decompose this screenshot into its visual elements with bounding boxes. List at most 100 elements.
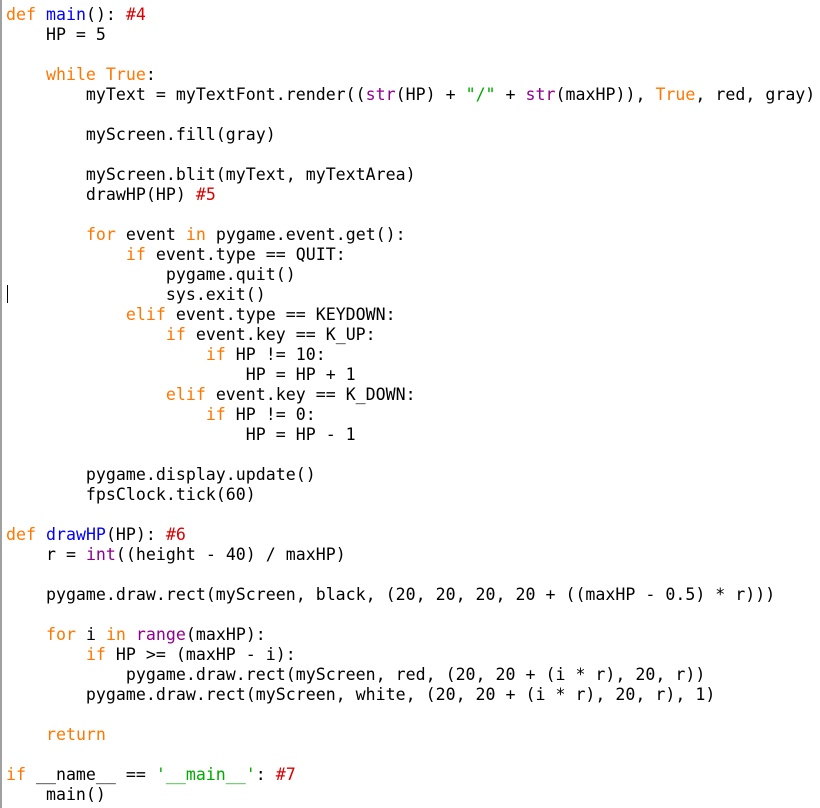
- code-token: (maxHP):: [185, 625, 266, 644]
- keyword-token: elif: [165, 385, 206, 404]
- keyword-token: in: [185, 225, 206, 244]
- code-token: :: [255, 765, 276, 784]
- keyword-token: if: [165, 325, 186, 344]
- keyword-token: return: [45, 725, 106, 744]
- code-token: __name__ ==: [25, 765, 156, 784]
- code-line[interactable]: [6, 505, 815, 525]
- code-line[interactable]: for i in range(maxHP):: [6, 625, 815, 645]
- code-line[interactable]: while True:: [6, 65, 815, 85]
- comment-token: #7: [275, 765, 296, 784]
- code-text-area[interactable]: def main(): #4 HP = 5 while True: myText…: [6, 5, 815, 805]
- definition-name: drawHP: [45, 525, 106, 544]
- code-line[interactable]: drawHP(HP) #5: [6, 185, 815, 205]
- code-line[interactable]: if HP != 10:: [6, 345, 815, 365]
- code-token: drawHP(HP): [6, 185, 196, 204]
- code-token: event.type == KEYDOWN:: [165, 305, 396, 324]
- code-token: HP = HP - 1: [6, 425, 356, 444]
- code-token: fpsClock.tick(60): [6, 485, 256, 504]
- code-token: HP = HP + 1: [6, 365, 356, 384]
- code-token: event.key == K_DOWN:: [205, 385, 416, 404]
- code-line[interactable]: if __name__ == '__main__': #7: [6, 765, 815, 785]
- code-token: (HP) +: [395, 85, 466, 104]
- code-line[interactable]: [6, 105, 815, 125]
- code-token: pygame.event.get():: [205, 225, 406, 244]
- code-line[interactable]: [6, 445, 815, 465]
- code-line[interactable]: [6, 565, 815, 585]
- code-token: main(): [6, 785, 106, 804]
- code-line[interactable]: if HP != 0:: [6, 405, 815, 425]
- keyword-token: if: [85, 645, 106, 664]
- code-line[interactable]: HP = HP + 1: [6, 365, 815, 385]
- code-line[interactable]: HP = 5: [6, 25, 815, 45]
- builtin-token: str: [525, 85, 556, 104]
- code-line[interactable]: pygame.draw.rect(myScreen, white, (20, 2…: [6, 685, 815, 705]
- code-token: sys.exit(): [6, 285, 266, 304]
- code-token: ((height - 40) / maxHP): [115, 545, 346, 564]
- code-line[interactable]: [6, 705, 815, 725]
- keyword-token: for: [85, 225, 116, 244]
- code-editor[interactable]: def main(): #4 HP = 5 while True: myText…: [0, 0, 820, 808]
- code-line[interactable]: [6, 745, 815, 765]
- keyword-token: True: [105, 65, 146, 84]
- code-line[interactable]: fpsClock.tick(60): [6, 485, 815, 505]
- code-line[interactable]: HP = HP - 1: [6, 425, 815, 445]
- comment-token: #5: [195, 185, 216, 204]
- code-line[interactable]: [6, 205, 815, 225]
- code-line[interactable]: myScreen.fill(gray): [6, 125, 815, 145]
- code-line[interactable]: def drawHP(HP): #6: [6, 525, 815, 545]
- code-token: +: [495, 85, 526, 104]
- code-token: HP != 10:: [225, 345, 326, 364]
- code-line[interactable]: def main(): #4: [6, 5, 815, 25]
- code-line[interactable]: myText = myTextFont.render((str(HP) + "/…: [6, 85, 815, 105]
- code-token: pygame.draw.rect(myScreen, red, (20, 20 …: [6, 665, 706, 684]
- code-token: r =: [6, 545, 86, 564]
- code-line[interactable]: myScreen.blit(myText, myTextArea): [6, 165, 815, 185]
- code-line[interactable]: [6, 145, 815, 165]
- code-line[interactable]: main(): [6, 785, 815, 805]
- code-line[interactable]: sys.exit(): [6, 285, 815, 305]
- code-line[interactable]: [6, 45, 815, 65]
- keyword-token: if: [125, 245, 146, 264]
- keyword-token: True: [655, 85, 696, 104]
- code-line[interactable]: pygame.draw.rect(myScreen, red, (20, 20 …: [6, 665, 815, 685]
- code-line[interactable]: if event.key == K_UP:: [6, 325, 815, 345]
- keyword-token: if: [205, 345, 226, 364]
- code-line[interactable]: elif event.type == KEYDOWN:: [6, 305, 815, 325]
- code-line[interactable]: elif event.key == K_DOWN:: [6, 385, 815, 405]
- code-token: pygame.draw.rect(myScreen, white, (20, 2…: [6, 685, 716, 704]
- code-token: :: [145, 65, 156, 84]
- keyword-token: def: [6, 5, 36, 24]
- code-line[interactable]: if HP >= (maxHP - i):: [6, 645, 815, 665]
- code-token: (maxHP)),: [555, 85, 656, 104]
- keyword-token: if: [205, 405, 226, 424]
- keyword-token: if: [6, 765, 26, 784]
- code-line[interactable]: for event in pygame.event.get():: [6, 225, 815, 245]
- code-token: myText = myTextFont.render((: [6, 85, 366, 104]
- keyword-token: while: [45, 65, 96, 84]
- code-line[interactable]: [6, 605, 815, 625]
- code-line[interactable]: pygame.display.update(): [6, 465, 815, 485]
- code-line[interactable]: return: [6, 725, 815, 745]
- code-token: pygame.quit(): [6, 265, 296, 284]
- builtin-token: range: [135, 625, 186, 644]
- code-line[interactable]: pygame.draw.rect(myScreen, black, (20, 2…: [6, 585, 815, 605]
- code-token: pygame.display.update(): [6, 465, 316, 484]
- editor-left-border: [0, 0, 2, 808]
- code-line[interactable]: if event.type == QUIT:: [6, 245, 815, 265]
- code-line[interactable]: pygame.quit(): [6, 265, 815, 285]
- code-line[interactable]: r = int((height - 40) / maxHP): [6, 545, 815, 565]
